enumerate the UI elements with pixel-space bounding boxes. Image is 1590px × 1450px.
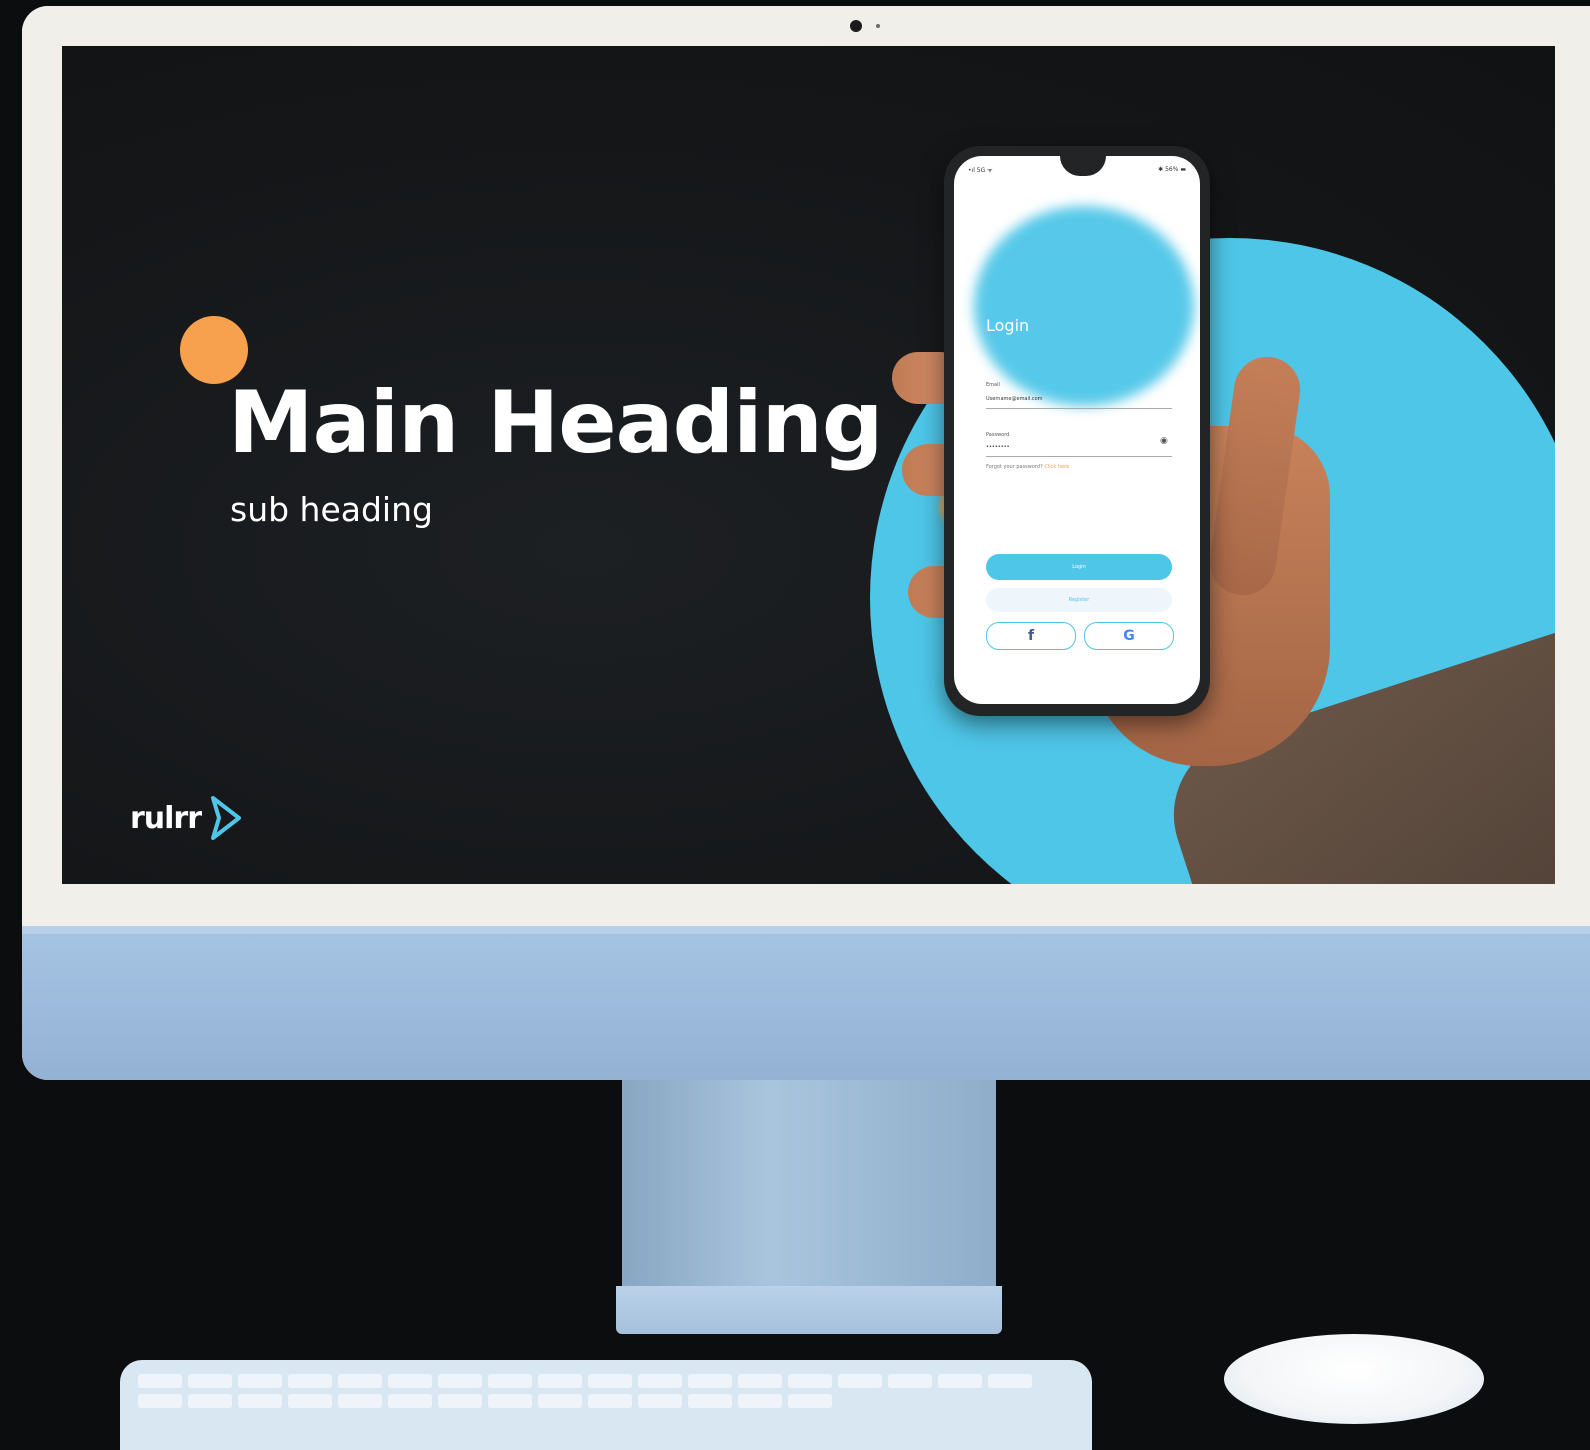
main-heading: Main Heading: [228, 373, 883, 473]
imac: Main Heading sub heading rulrr •ıl 5G ᯤ …: [22, 6, 1590, 1080]
keyboard-keys: [138, 1374, 1074, 1408]
battery-icon: ✱ 56% ▬: [1158, 166, 1186, 173]
facebook-login-button[interactable]: f: [986, 622, 1076, 650]
phone-screen: •ıl 5G ᯤ ✱ 56% ▬ Login Email Username@em…: [954, 156, 1200, 704]
google-icon: G: [1123, 628, 1135, 644]
password-label: Password: [986, 432, 1010, 438]
imac-stand: [622, 1080, 996, 1318]
eye-icon[interactable]: ◉: [1160, 436, 1168, 446]
email-field[interactable]: Username@email.com: [986, 396, 1043, 402]
brand-logo: rulrr: [130, 794, 243, 842]
imac-chin: [22, 926, 1590, 1080]
camera-icon: [850, 20, 862, 32]
logo-text: rulrr: [130, 800, 202, 836]
password-underline: [986, 456, 1172, 457]
login-button[interactable]: Login: [986, 554, 1172, 580]
register-button[interactable]: Register: [986, 588, 1172, 612]
mouse: [1224, 1334, 1484, 1424]
blue-blob-decoration: [974, 206, 1194, 406]
google-login-button[interactable]: G: [1084, 622, 1174, 650]
password-field[interactable]: ••••••••: [986, 444, 1010, 450]
facebook-icon: f: [1027, 628, 1035, 644]
email-underline: [986, 408, 1172, 409]
keyboard: [120, 1360, 1092, 1450]
forgot-text: Forgot your password?: [986, 464, 1043, 470]
forgot-password: Forgot your password? Click here: [986, 464, 1069, 470]
forgot-link[interactable]: Click here: [1044, 464, 1069, 470]
login-title: Login: [986, 316, 1030, 335]
sub-heading: sub heading: [230, 490, 433, 529]
imac-stand-base: [616, 1286, 1002, 1334]
imac-screen: Main Heading sub heading rulrr •ıl 5G ᯤ …: [62, 46, 1555, 884]
smartphone: •ıl 5G ᯤ ✱ 56% ▬ Login Email Username@em…: [944, 146, 1210, 716]
phone-status-bar: •ıl 5G ᯤ ✱ 56% ▬: [968, 166, 1186, 174]
signal-icon: •ıl 5G ᯤ: [968, 167, 993, 174]
camera-sensor-icon: [876, 24, 880, 28]
logo-arrow-icon: [211, 796, 242, 840]
email-label: Email: [986, 382, 1000, 388]
